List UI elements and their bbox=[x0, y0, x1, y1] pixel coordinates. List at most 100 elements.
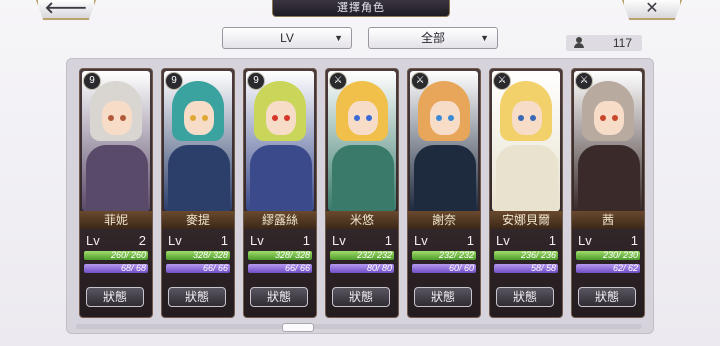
scrollbar-thumb[interactable] bbox=[282, 323, 314, 332]
level-label: Lv bbox=[250, 233, 264, 248]
portrait-face bbox=[348, 101, 378, 135]
character-card[interactable]: 9 繆露絲 Lv 1 328/ 328 66/ 66 狀態 bbox=[243, 68, 317, 318]
hp-bar: 328/ 328 bbox=[166, 251, 230, 260]
sort-dropdown[interactable]: LV ▼ bbox=[222, 27, 352, 49]
sp-bar: 66/ 66 bbox=[166, 264, 230, 273]
portrait-eye bbox=[612, 115, 618, 121]
sp-bar: 80/ 80 bbox=[330, 264, 394, 273]
portrait-face bbox=[184, 101, 214, 135]
portrait-face bbox=[102, 101, 132, 135]
portrait-eye bbox=[120, 115, 126, 121]
level-row: Lv 1 bbox=[248, 233, 312, 248]
character-name: 謝奈 bbox=[408, 211, 480, 229]
person-icon bbox=[574, 37, 584, 48]
portrait-eye bbox=[366, 115, 372, 121]
filter-dropdown-value: 全部 bbox=[420, 31, 445, 45]
portrait-body bbox=[578, 145, 640, 211]
hp-bar: 230/ 230 bbox=[576, 251, 640, 260]
hp-bar: 328/ 328 bbox=[248, 251, 312, 260]
character-card[interactable]: ⚔ 米悠 Lv 1 232/ 232 80/ 80 狀態 bbox=[325, 68, 399, 318]
level-value: 1 bbox=[220, 233, 228, 248]
level-row: Lv 1 bbox=[330, 233, 394, 248]
screen-title: 選擇角色 bbox=[272, 0, 450, 17]
class-badge-icon: 9 bbox=[165, 72, 183, 90]
portrait-eye bbox=[108, 115, 114, 121]
character-name: 菲妮 bbox=[80, 211, 152, 229]
character-portrait bbox=[492, 71, 560, 211]
character-portrait bbox=[328, 71, 396, 211]
character-card[interactable]: ⚔ 安娜貝爾 Lv 1 236/ 236 58/ 58 狀態 bbox=[489, 68, 563, 318]
portrait-eye bbox=[448, 115, 454, 121]
class-badge-icon: ⚔ bbox=[411, 72, 429, 90]
character-name: 米悠 bbox=[326, 211, 398, 229]
class-badge-icon: 9 bbox=[83, 72, 101, 90]
portrait-eye bbox=[530, 115, 536, 121]
character-card[interactable]: 9 麥提 Lv 1 328/ 328 66/ 66 狀態 bbox=[161, 68, 235, 318]
character-count: 117 bbox=[566, 35, 642, 51]
portrait-eye bbox=[600, 115, 606, 121]
portrait-face bbox=[266, 101, 296, 135]
level-label: Lv bbox=[496, 233, 510, 248]
character-name: 安娜貝爾 bbox=[490, 211, 562, 229]
character-name: 麥提 bbox=[162, 211, 234, 229]
level-label: Lv bbox=[86, 233, 100, 248]
level-label: Lv bbox=[578, 233, 592, 248]
portrait-eye bbox=[202, 115, 208, 121]
level-row: Lv 1 bbox=[166, 233, 230, 248]
level-row: Lv 1 bbox=[412, 233, 476, 248]
status-button[interactable]: 狀態 bbox=[86, 287, 144, 307]
level-row: Lv 1 bbox=[494, 233, 558, 248]
status-button[interactable]: 狀態 bbox=[496, 287, 554, 307]
level-row: Lv 1 bbox=[576, 233, 640, 248]
character-portrait bbox=[82, 71, 150, 211]
class-badge-icon: 9 bbox=[247, 72, 265, 90]
filter-dropdown[interactable]: 全部 ▼ bbox=[368, 27, 498, 49]
portrait-eye bbox=[518, 115, 524, 121]
status-button[interactable]: 狀態 bbox=[414, 287, 472, 307]
class-badge-icon: ⚔ bbox=[575, 72, 593, 90]
level-row: Lv 2 bbox=[84, 233, 148, 248]
level-value: 1 bbox=[630, 233, 638, 248]
class-badge-icon: ⚔ bbox=[493, 72, 511, 90]
level-value: 1 bbox=[548, 233, 556, 248]
portrait-eye bbox=[284, 115, 290, 121]
level-label: Lv bbox=[168, 233, 182, 248]
sp-bar: 58/ 58 bbox=[494, 264, 558, 273]
character-card[interactable]: ⚔ 謝奈 Lv 1 232/ 232 60/ 60 狀態 bbox=[407, 68, 481, 318]
scrollbar-track[interactable] bbox=[76, 324, 642, 329]
character-portrait bbox=[246, 71, 314, 211]
close-button[interactable]: ✕ bbox=[622, 0, 682, 20]
level-label: Lv bbox=[414, 233, 428, 248]
character-name: 繆露絲 bbox=[244, 211, 316, 229]
status-button[interactable]: 狀態 bbox=[332, 287, 390, 307]
back-button[interactable]: 🡐 bbox=[36, 0, 96, 20]
portrait-body bbox=[86, 145, 148, 211]
portrait-body bbox=[250, 145, 312, 211]
chevron-down-icon: ▼ bbox=[334, 33, 343, 43]
status-button[interactable]: 狀態 bbox=[250, 287, 308, 307]
character-portrait bbox=[410, 71, 478, 211]
status-button[interactable]: 狀態 bbox=[168, 287, 226, 307]
portrait-eye bbox=[354, 115, 360, 121]
portrait-body bbox=[168, 145, 230, 211]
class-badge-icon: ⚔ bbox=[329, 72, 347, 90]
level-label: Lv bbox=[332, 233, 346, 248]
hp-bar: 236/ 236 bbox=[494, 251, 558, 260]
portrait-eye bbox=[272, 115, 278, 121]
character-card[interactable]: 9 菲妮 Lv 2 260/ 260 68/ 68 狀態 bbox=[79, 68, 153, 318]
portrait-face bbox=[430, 101, 460, 135]
level-value: 2 bbox=[138, 233, 146, 248]
portrait-face bbox=[594, 101, 624, 135]
character-card[interactable]: ⚔ 茜 Lv 1 230/ 230 62/ 62 狀態 bbox=[571, 68, 645, 318]
portrait-eye bbox=[190, 115, 196, 121]
portrait-body bbox=[332, 145, 394, 211]
level-value: 1 bbox=[384, 233, 392, 248]
status-button[interactable]: 狀態 bbox=[578, 287, 636, 307]
sp-bar: 68/ 68 bbox=[84, 264, 148, 273]
character-name: 茜 bbox=[572, 211, 644, 229]
portrait-face bbox=[512, 101, 542, 135]
level-value: 1 bbox=[466, 233, 474, 248]
sp-bar: 60/ 60 bbox=[412, 264, 476, 273]
chevron-down-icon: ▼ bbox=[480, 33, 489, 43]
character-portrait bbox=[164, 71, 232, 211]
